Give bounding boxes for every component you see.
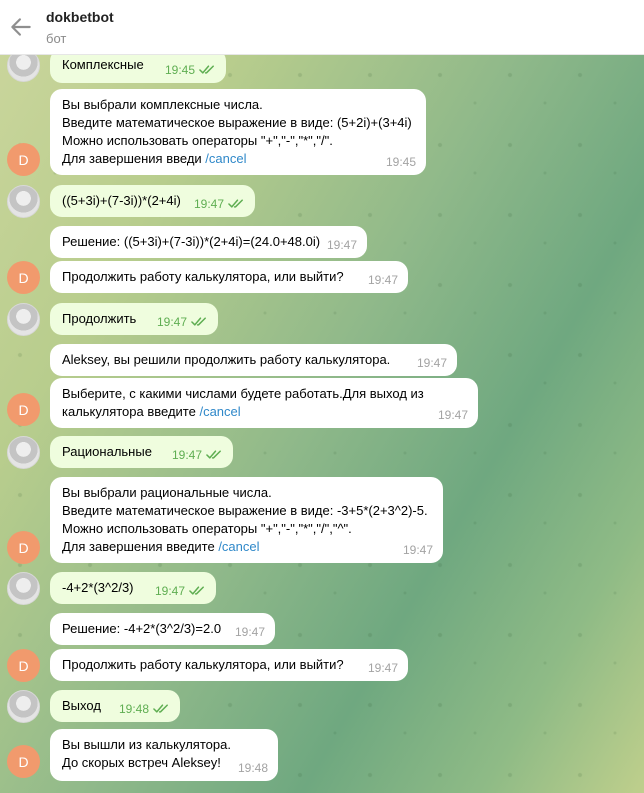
bot-avatar[interactable]: D (7, 745, 40, 778)
message-meta: 19:47 (417, 354, 447, 372)
cancel-command-link[interactable]: /cancel (199, 404, 240, 419)
incoming-message-bubble[interactable]: Выберите, с какими числами будете работа… (50, 378, 478, 428)
message-text-line: Вы выбрали рациональные числа. (62, 485, 272, 500)
message-meta: 19:45 (386, 153, 416, 171)
message-meta: 19:47 (235, 623, 265, 641)
message-text-line: Введите математическое выражение в виде:… (62, 115, 412, 130)
message-time: 19:47 (154, 584, 185, 598)
double-check-icon (153, 704, 168, 713)
message-time: 19:47 (193, 197, 224, 211)
message-meta: 19:47 (194, 195, 245, 213)
user-avatar[interactable] (7, 572, 40, 605)
message-text-line: Решение: ((5+3i)+(7-3i))*(2+4i)=(24.0+48… (62, 234, 321, 249)
outgoing-message-bubble[interactable]: -4+2*(3^2/3) 19:47 (50, 572, 216, 604)
incoming-message-bubble[interactable]: Продолжить работу калькулятора, или выйт… (50, 261, 408, 293)
cancel-command-link[interactable]: /cancel (218, 539, 259, 554)
double-check-icon (228, 199, 243, 208)
message-time: 19:47 (367, 273, 398, 287)
bot-avatar[interactable]: D (7, 531, 40, 564)
message-list[interactable]: Комплексные 19:45 Вы выбрали комплексные ч… (0, 55, 644, 793)
bot-avatar[interactable]: D (7, 649, 40, 682)
message-time: 19:45 (385, 155, 416, 169)
message-text: калькулятора введите (62, 404, 200, 419)
message-text-line: Выберите, с какими числами будете работа… (62, 386, 424, 401)
message-meta: 19:47 (172, 446, 223, 464)
message-meta: 19:45 (165, 61, 216, 79)
message-text-line: Можно использовать операторы "+","-","*"… (62, 521, 352, 536)
outgoing-message-bubble[interactable]: Рациональные 19:47 (50, 436, 233, 468)
message-time: 19:47 (156, 315, 187, 329)
incoming-message-bubble[interactable]: Продолжить работу калькулятора, или выйт… (50, 649, 408, 681)
message-text-line: Решение: -4+2*(3^2/3)=2.0 (62, 621, 222, 636)
outgoing-message-bubble[interactable]: Комплексные 19:45 (50, 55, 226, 83)
double-check-icon (199, 65, 214, 74)
message-time: 19:47 (171, 448, 202, 462)
message-time: 19:48 (237, 761, 268, 775)
message-time: 19:47 (367, 661, 398, 675)
message-meta: 19:47 (327, 236, 357, 254)
outgoing-message-bubble[interactable]: Продолжить 19:47 (50, 303, 218, 335)
outgoing-message-bubble[interactable]: Выход 19:48 (50, 690, 180, 722)
incoming-message-bubble[interactable]: Вы выбрали рациональные числа. Введите ма… (50, 477, 443, 563)
message-meta: 19:47 (368, 659, 398, 677)
message-meta: 19:47 (368, 271, 398, 289)
message-meta: 19:47 (155, 582, 206, 600)
message-text-line: Для завершения введи /cancel (62, 150, 414, 168)
cancel-command-link[interactable]: /cancel (205, 151, 246, 166)
incoming-message-bubble[interactable]: Вы вышли из калькулятора. До скорых встре… (50, 729, 278, 781)
message-time: 19:47 (402, 543, 433, 557)
chat-title[interactable]: dokbetbot (46, 9, 114, 25)
message-meta: 19:47 (403, 541, 433, 559)
message-text-line: Вы вышли из калькулятора. (62, 737, 231, 752)
message-text-line: калькулятора введите /cancel (62, 403, 466, 421)
message-text-line: Вы выбрали комплексные числа. (62, 97, 263, 112)
outgoing-message-bubble[interactable]: ((5+3i)+(7-3i))*(2+4i) 19:47 (50, 185, 255, 217)
user-avatar[interactable] (7, 303, 40, 336)
bot-avatar[interactable]: D (7, 393, 40, 426)
incoming-message-bubble[interactable]: Решение: -4+2*(3^2/3)=2.0 19:47 (50, 613, 275, 645)
message-text: Для завершения введите (62, 539, 219, 554)
incoming-message-bubble[interactable]: Aleksey, вы решили продолжить работу кал… (50, 344, 457, 376)
message-text-line: Для завершения введите /cancel (62, 538, 431, 556)
double-check-icon (189, 586, 204, 595)
message-time: 19:48 (118, 702, 149, 716)
back-arrow-icon[interactable] (8, 14, 34, 40)
message-meta: 19:48 (238, 759, 268, 777)
message-text: Для завершения введи (62, 151, 206, 166)
message-text-line: До скорых встреч Aleksey! (62, 755, 221, 770)
message-time: 19:45 (164, 63, 195, 77)
double-check-icon (191, 317, 206, 326)
incoming-message-bubble[interactable]: Решение: ((5+3i)+(7-3i))*(2+4i)=(24.0+48… (50, 226, 367, 258)
message-time: 19:47 (326, 238, 357, 252)
message-meta: 19:47 (438, 406, 468, 424)
user-avatar[interactable] (7, 690, 40, 723)
bot-avatar[interactable]: D (7, 143, 40, 176)
message-time: 19:47 (234, 625, 265, 639)
message-text-line: Введите математическое выражение в виде:… (62, 503, 428, 518)
message-time: 19:47 (416, 356, 447, 370)
message-text-line: Продолжить работу калькулятора, или выйт… (62, 269, 344, 284)
user-avatar[interactable] (7, 436, 40, 469)
message-meta: 19:48 (119, 700, 170, 718)
bot-avatar[interactable]: D (7, 261, 40, 294)
user-avatar[interactable] (7, 185, 40, 218)
message-text-line: Можно использовать операторы "+","-","*"… (62, 133, 333, 148)
message-meta: 19:47 (157, 313, 208, 331)
message-time: 19:47 (437, 408, 468, 422)
chat-subtitle: бот (46, 31, 67, 46)
incoming-message-bubble[interactable]: Вы выбрали комплексные числа. Введите мат… (50, 89, 426, 175)
chat-header: dokbetbot бот (0, 0, 644, 55)
double-check-icon (206, 450, 221, 459)
message-text-line: Aleksey, вы решили продолжить работу кал… (62, 352, 391, 367)
message-text-line: Продолжить работу калькулятора, или выйт… (62, 657, 344, 672)
